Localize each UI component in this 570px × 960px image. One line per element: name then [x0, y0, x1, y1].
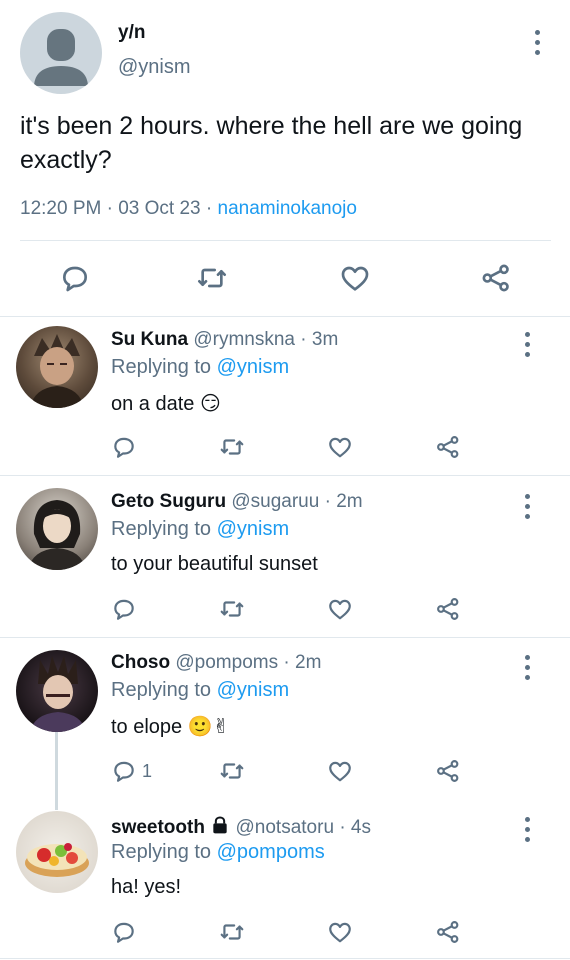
anime-character-icon — [30, 656, 86, 732]
handle[interactable]: @pompoms — [175, 652, 278, 673]
reply-text-wrap: to elope 🙂✌ — [111, 714, 229, 739]
avatar-choso[interactable] — [16, 650, 98, 732]
fruit-tart-icon — [25, 843, 89, 877]
more-options-icon[interactable] — [524, 817, 530, 842]
like-icon[interactable] — [339, 262, 371, 294]
share-icon[interactable] — [435, 919, 461, 945]
reply-header: Choso @pompoms · 2m — [111, 652, 321, 674]
replying-to-handle[interactable]: @ynism — [217, 679, 290, 701]
like-icon[interactable] — [327, 919, 353, 945]
replying-to: Replying to @ynism — [111, 518, 289, 541]
thread-connector — [55, 730, 58, 810]
tweet-text: it's been 2 hours. where the hell are we… — [20, 112, 523, 174]
lock-icon — [210, 815, 230, 841]
retweet-icon[interactable] — [218, 758, 246, 784]
avatar-sweetooth[interactable] — [16, 811, 98, 893]
divider — [0, 316, 570, 317]
avatar-geto[interactable] — [16, 488, 98, 570]
like-icon[interactable] — [327, 434, 353, 460]
reply-text: on a date — [111, 393, 195, 415]
reply-text: to your beautiful sunset — [111, 553, 318, 575]
like-icon[interactable] — [327, 758, 353, 784]
retweet-icon[interactable] — [218, 596, 246, 622]
display-name[interactable]: sweetooth — [111, 817, 205, 838]
tweet-date: 03 Oct 23 — [118, 198, 201, 219]
display-name[interactable]: Geto Suguru — [111, 491, 226, 512]
more-options-icon[interactable] — [524, 494, 530, 519]
meta-separator: · — [106, 198, 113, 219]
divider — [0, 637, 570, 638]
display-name[interactable]: Su Kuna — [111, 329, 188, 350]
reply-icon[interactable] — [59, 262, 91, 294]
replying-to-label: Replying to — [111, 679, 212, 701]
more-options-icon[interactable] — [524, 655, 530, 680]
reply-header: Geto Suguru @sugaruu · 2m — [111, 491, 363, 513]
handle[interactable]: @ynism — [118, 56, 191, 79]
reply-text: to elope — [111, 716, 183, 738]
handle[interactable]: @notsatoru — [236, 817, 335, 838]
replying-to-handle[interactable]: @ynism — [217, 356, 290, 378]
timestamp[interactable]: 2m — [295, 652, 321, 673]
reply-icon[interactable] — [111, 919, 137, 945]
replying-to-label: Replying to — [111, 518, 212, 540]
reply-text: ha! yes! — [111, 876, 182, 898]
avatar-default[interactable] — [20, 12, 102, 94]
anime-character-icon — [30, 334, 84, 408]
reply-count: 1 — [142, 761, 153, 781]
divider — [0, 958, 570, 959]
like-icon[interactable] — [327, 596, 353, 622]
display-name[interactable]: y/n — [118, 22, 145, 44]
divider — [20, 240, 551, 241]
share-icon[interactable] — [435, 596, 461, 622]
reply-icon[interactable] — [111, 434, 137, 460]
timestamp[interactable]: 4s — [351, 817, 371, 838]
meta-separator: · — [339, 817, 346, 838]
display-name[interactable]: Choso — [111, 652, 170, 673]
replying-to-handle[interactable]: @ynism — [217, 518, 290, 540]
replying-to-label: Replying to — [111, 356, 212, 378]
more-options-icon[interactable] — [534, 30, 540, 55]
share-icon[interactable] — [435, 758, 461, 784]
share-icon[interactable] — [435, 434, 461, 460]
tweet-meta: 12:20 PM · 03 Oct 23 · nanaminokanojo — [20, 198, 357, 220]
smirk-emoji: 😏 — [199, 393, 221, 415]
handle[interactable]: @rymnskna — [193, 329, 295, 350]
reply-icon[interactable] — [111, 596, 137, 622]
more-options-icon[interactable] — [524, 332, 530, 357]
person-silhouette-icon — [34, 29, 88, 86]
tweet-source[interactable]: nanaminokanojo — [218, 198, 357, 219]
reply-icon[interactable] — [111, 758, 137, 784]
handle[interactable]: @sugaruu — [231, 491, 319, 512]
avatar-sukuna[interactable] — [16, 326, 98, 408]
meta-separator: · — [283, 652, 290, 673]
meta-separator: · — [300, 329, 307, 350]
meta-separator: · — [324, 491, 331, 512]
share-icon[interactable] — [480, 262, 512, 294]
reply-text-wrap: on a date 😏 — [111, 391, 221, 416]
smile-peace-emoji: 🙂✌ — [187, 716, 230, 738]
reply-header: sweetooth @notsatoru · 4s — [111, 815, 371, 841]
timestamp[interactable]: 3m — [312, 329, 338, 350]
replying-to: Replying to @pompoms — [111, 841, 325, 864]
replying-to: Replying to @ynism — [111, 356, 289, 379]
anime-character-icon — [28, 500, 86, 570]
retweet-icon[interactable] — [218, 919, 246, 945]
replying-to: Replying to @ynism — [111, 679, 289, 702]
tweet-time: 12:20 PM — [20, 198, 102, 219]
meta-separator: · — [205, 198, 213, 219]
replying-to-label: Replying to — [111, 841, 212, 863]
divider — [0, 475, 570, 476]
replying-to-handle[interactable]: @pompoms — [217, 841, 325, 863]
retweet-icon[interactable] — [218, 434, 246, 460]
reply-header: Su Kuna @rymnskna · 3m — [111, 329, 338, 351]
timestamp[interactable]: 2m — [336, 491, 362, 512]
retweet-icon[interactable] — [195, 262, 229, 294]
